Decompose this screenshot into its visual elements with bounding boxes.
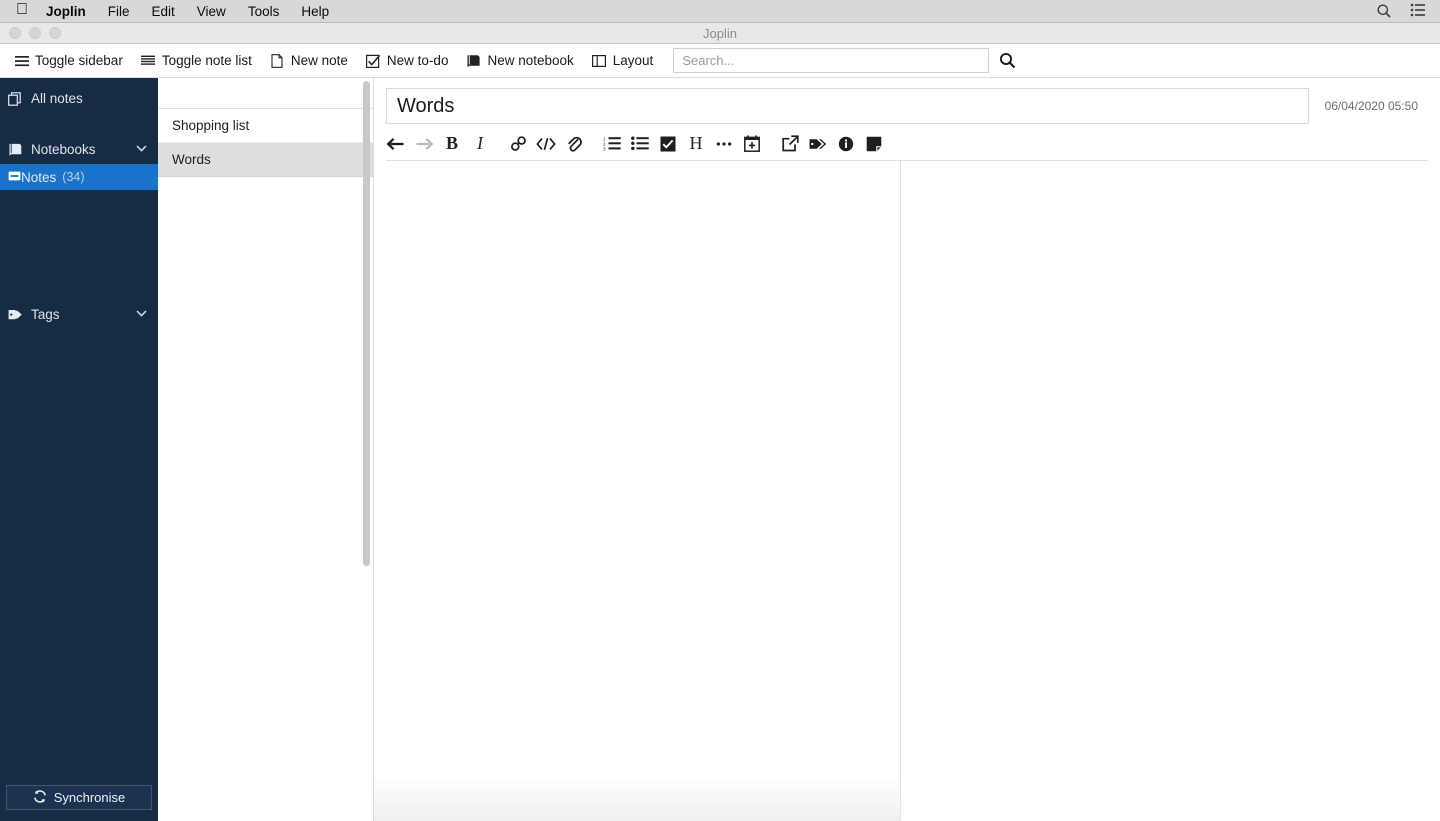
editor-bottom-fade	[374, 777, 900, 821]
checkbox-list-icon[interactable]	[658, 133, 678, 155]
link-icon[interactable]	[508, 133, 528, 155]
search-field-wrapper[interactable]	[673, 48, 990, 73]
markdown-editor-pane[interactable]	[374, 161, 901, 821]
sidebar-section-tags[interactable]: Tags	[0, 300, 158, 329]
notebooks-label: Notebooks	[31, 142, 96, 157]
menu-view[interactable]: View	[197, 4, 226, 19]
note-list-item-shopping-list[interactable]: Shopping list	[158, 109, 373, 143]
notes-count: (34)	[62, 170, 85, 184]
sidebar: All notes Notebooks Notes (34) Tags Sync…	[0, 78, 158, 821]
horizontal-rule-icon[interactable]	[714, 133, 734, 155]
toggle-note-list-label: Toggle note list	[161, 53, 252, 68]
editor-body	[374, 161, 1440, 821]
code-icon[interactable]	[536, 133, 556, 155]
note-list: Shopping list Words	[158, 78, 374, 821]
toggle-editor-icon[interactable]	[864, 133, 884, 155]
note-item-title: Shopping list	[172, 118, 250, 133]
control-center-icon[interactable]	[1410, 3, 1426, 19]
tag-icon[interactable]	[808, 133, 828, 155]
chevron-down-icon[interactable]	[136, 144, 147, 155]
sync-area: Synchronise	[0, 777, 158, 821]
new-notebook-button[interactable]: New notebook	[460, 50, 579, 71]
all-notes-label: All notes	[31, 91, 83, 106]
search-input[interactable]	[682, 53, 981, 68]
menu-app-name[interactable]: Joplin	[46, 4, 86, 19]
toggle-note-list-button[interactable]: Toggle note list	[135, 50, 258, 71]
main-content: All notes Notebooks Notes (34) Tags Sync…	[0, 78, 1440, 821]
editor-toolbar: B I 1 2 3 H	[386, 129, 1428, 161]
attachment-icon[interactable]	[564, 133, 584, 155]
note-list-scrollbar[interactable]	[363, 81, 370, 566]
menu-help[interactable]: Help	[301, 4, 329, 19]
list-lines-icon	[141, 53, 156, 68]
forward-arrow-icon	[414, 133, 434, 155]
markdown-preview-pane	[901, 161, 1440, 821]
copy-notes-icon	[8, 91, 25, 106]
menu-file[interactable]: File	[108, 4, 130, 19]
notes-label: Notes	[21, 169, 57, 185]
layout-button[interactable]: Layout	[586, 50, 660, 71]
new-note-label: New note	[290, 53, 348, 68]
tag-icon	[8, 308, 25, 321]
note-updated-date: 06/04/2020 05:50	[1324, 99, 1418, 113]
new-note-button[interactable]: New note	[264, 50, 354, 71]
menubar-status-icons	[1376, 3, 1440, 19]
new-todo-button[interactable]: New to-do	[360, 50, 455, 71]
book-icon	[8, 143, 25, 156]
note-list-header-spacer	[158, 78, 373, 109]
hamburger-icon	[14, 53, 29, 68]
macos-menu-bar:  Joplin File Edit View Tools Help	[0, 0, 1440, 23]
bulleted-list-icon[interactable]	[630, 133, 650, 155]
new-notebook-label: New notebook	[487, 53, 574, 68]
window-title: Joplin	[703, 25, 737, 41]
italic-icon[interactable]: I	[470, 133, 490, 155]
sidebar-section-notebooks[interactable]: Notebooks	[0, 135, 158, 164]
window-titlebar: Joplin	[0, 23, 1440, 44]
heading-icon[interactable]: H	[686, 133, 706, 155]
page-icon	[270, 53, 285, 68]
layout-label: Layout	[612, 53, 654, 68]
note-item-title: Words	[172, 152, 211, 167]
svg-text:3: 3	[603, 146, 606, 151]
sidebar-item-notes[interactable]: Notes (34)	[0, 164, 158, 190]
search-submit-icon[interactable]	[999, 52, 1016, 69]
columns-icon	[592, 53, 607, 68]
synchronise-button[interactable]: Synchronise	[6, 785, 152, 810]
menu-tools[interactable]: Tools	[248, 4, 280, 19]
synchronise-label: Synchronise	[53, 790, 126, 805]
note-list-item-words[interactable]: Words	[158, 143, 373, 177]
new-todo-label: New to-do	[386, 53, 449, 68]
toggle-sidebar-label: Toggle sidebar	[35, 53, 123, 68]
bold-icon[interactable]: B	[442, 133, 462, 155]
insert-date-icon[interactable]	[742, 133, 762, 155]
back-arrow-icon[interactable]	[386, 133, 406, 155]
note-title-input[interactable]	[386, 88, 1309, 124]
sidebar-item-all-notes[interactable]: All notes	[0, 84, 158, 113]
chevron-down-icon[interactable]	[136, 309, 147, 320]
numbered-list-icon[interactable]: 1 2 3	[602, 133, 622, 155]
menu-edit[interactable]: Edit	[152, 4, 175, 19]
note-info-icon[interactable]	[836, 133, 856, 155]
search-icon[interactable]	[1376, 3, 1392, 19]
apple-logo-icon[interactable]: 	[16, 2, 28, 18]
app-toolbar: Toggle sidebar Toggle note list New note…	[0, 44, 1440, 78]
external-link-icon[interactable]	[780, 133, 800, 155]
notebook-icon	[8, 170, 21, 185]
toggle-sidebar-button[interactable]: Toggle sidebar	[8, 50, 129, 71]
tags-label: Tags	[31, 307, 60, 322]
note-editor: 06/04/2020 05:50 B I 1	[374, 78, 1440, 821]
checkbox-icon	[366, 53, 381, 68]
note-title-row: 06/04/2020 05:50	[374, 78, 1440, 124]
sync-icon	[33, 789, 47, 806]
book-icon	[466, 53, 481, 68]
